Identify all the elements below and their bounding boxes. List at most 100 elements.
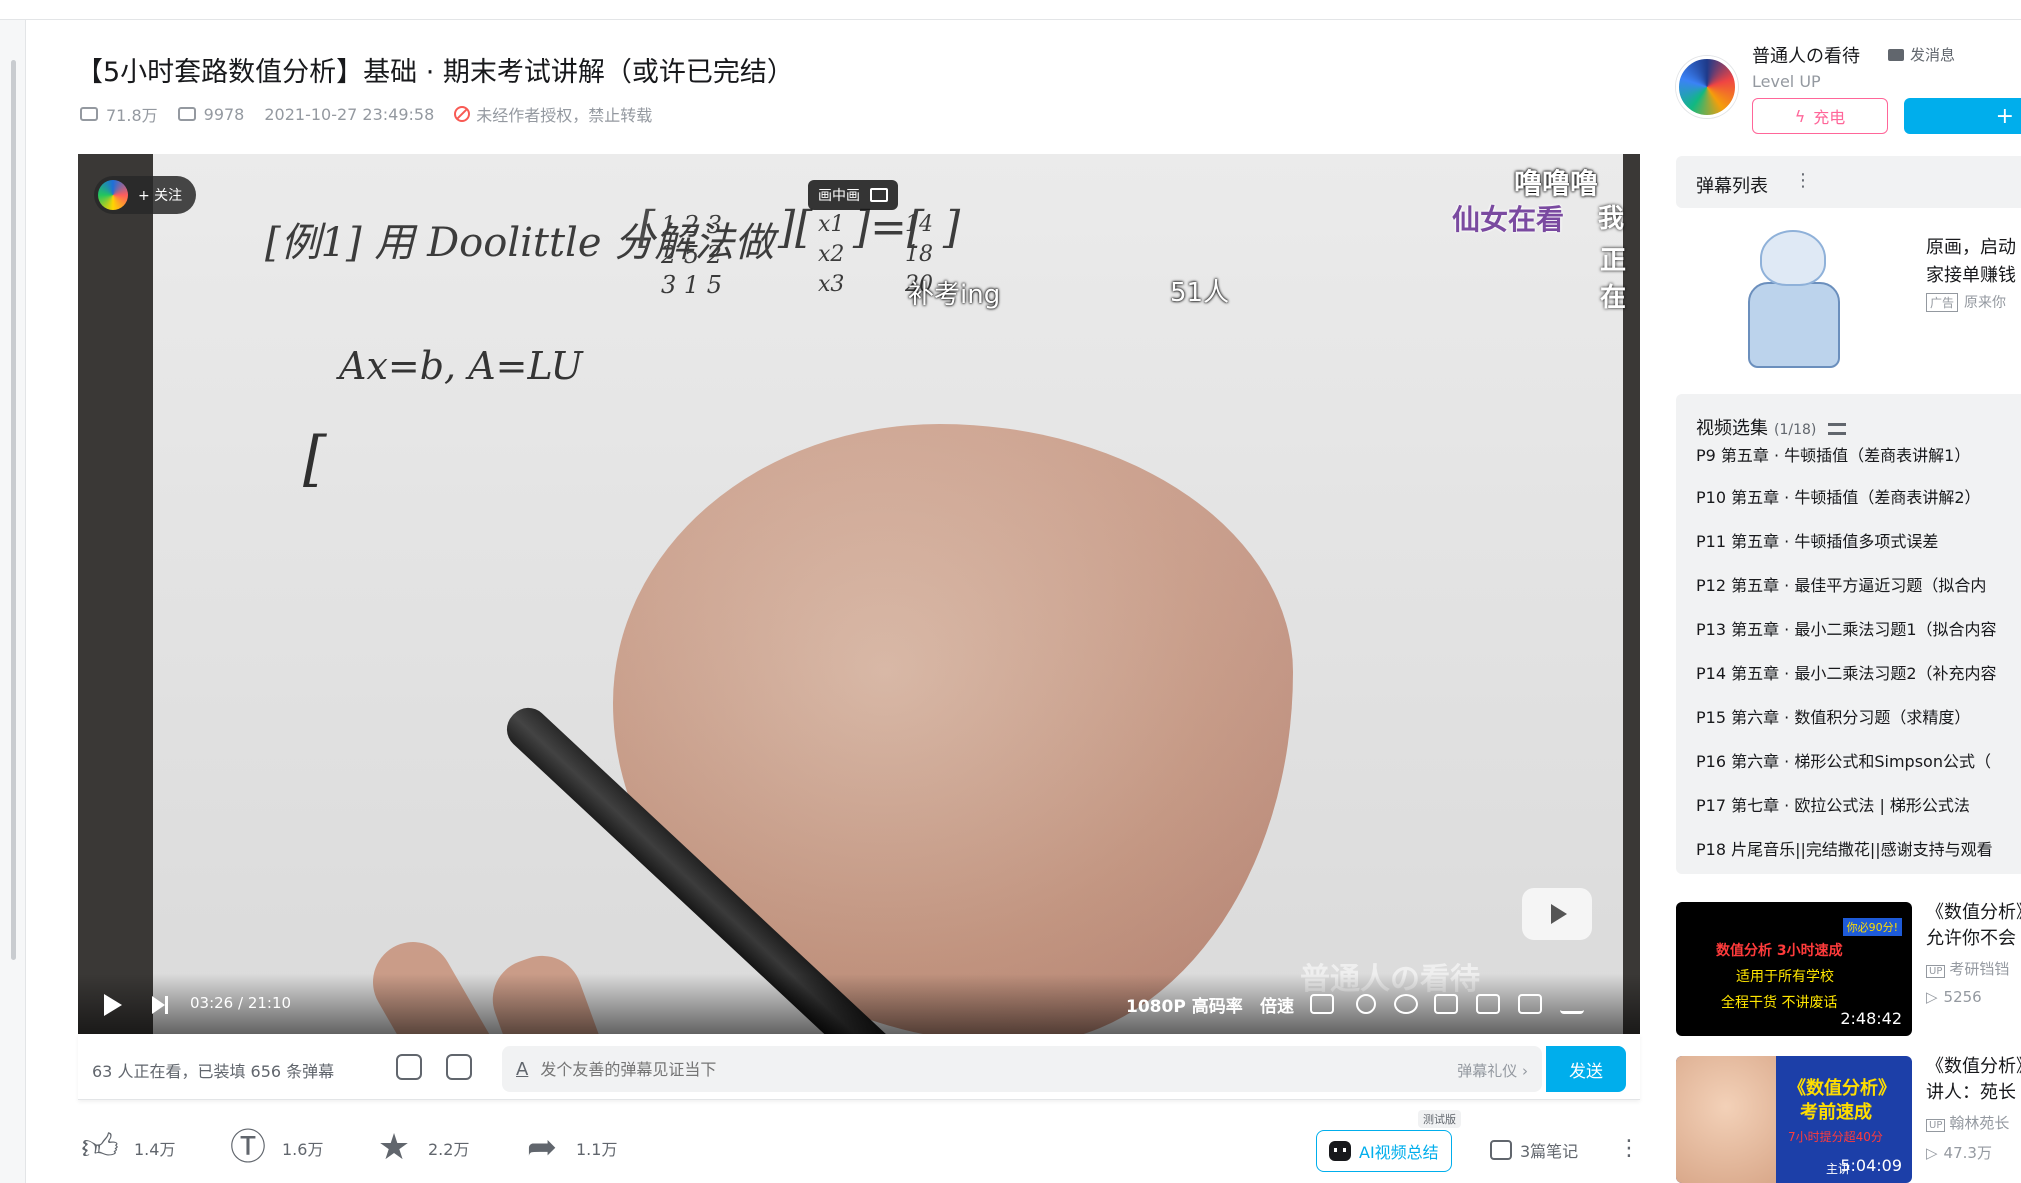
recommend-thumbnail[interactable]: 《数值分析》 考前速成 7小时提分超40分 主讲 5:04:09 xyxy=(1676,1056,1912,1183)
coin-button[interactable]: Ⓣ 1.6万 xyxy=(228,1130,323,1166)
list-icon[interactable] xyxy=(1828,423,1847,435)
favorite-button[interactable]: ★ 2.2万 xyxy=(374,1130,470,1166)
notes-button[interactable]: 3篇笔记 xyxy=(1490,1138,1578,1162)
up-icon: UP xyxy=(1926,965,1946,978)
uploader-avatar[interactable] xyxy=(1676,56,1738,118)
video-title: 【5小时套路数值分析】基础 · 期末考试讲解（或许已完结） xyxy=(76,57,794,88)
quality-button[interactable]: 1080P 高码率 xyxy=(1126,992,1243,1017)
action-bar: 👍︎ 1.4万 Ⓣ 1.6万 ★ 2.2万 ➦ 1.1万 测试版 AI视频总结 3篇笔记… xyxy=(78,1110,1640,1178)
like-button[interactable]: 👍︎ 1.4万 xyxy=(80,1130,175,1166)
robot-icon xyxy=(1329,1141,1351,1161)
ad-line: 家接单赚钱 xyxy=(1926,265,2016,286)
more-icon[interactable]: ⋮ xyxy=(1794,170,1812,191)
danmaku-etiquette-link[interactable]: 弹幕礼仪 › xyxy=(1457,1060,1528,1081)
danmaku-list-panel[interactable]: 弹幕列表 ⋮ xyxy=(1676,156,2021,208)
matrix-a: 1 2 3 2 5 2 3 1 5 xyxy=(661,210,722,300)
vector-entry: 18 xyxy=(905,242,933,267)
pip-button[interactable]: 画中画 xyxy=(808,180,898,210)
danmaku-toggle-icon[interactable] xyxy=(396,1054,422,1080)
danmaku-comment: 正在 xyxy=(1600,246,1627,313)
player-follow-button[interactable]: + 关注 xyxy=(94,176,197,214)
ad-line: 原画，启动 xyxy=(1926,237,2016,258)
recommend-views: ▷ 5256 xyxy=(1926,988,1982,1006)
copyright-notice: 未经作者授权，禁止转载 xyxy=(454,102,652,126)
send-danmaku-button[interactable]: 发送 xyxy=(1546,1046,1626,1092)
vector-entry: 14 xyxy=(905,212,933,237)
views: 71.8万 xyxy=(80,102,158,126)
matrix-row: 2 5 2 xyxy=(661,241,723,269)
settings-icon[interactable] xyxy=(1394,994,1418,1014)
danmaku-bar: 63 人正在看，已装填 656 条弹幕 A 弹幕礼仪 › 发送 xyxy=(78,1034,1640,1100)
pip-control-icon[interactable] xyxy=(1434,994,1458,1014)
next-icon[interactable] xyxy=(152,996,168,1014)
episode-list-header: 视频选集 (1/18) xyxy=(1696,414,1847,440)
lightning-icon: ϟ xyxy=(1794,106,1806,126)
ad-title[interactable]: 原画，启动家接单赚钱 xyxy=(1926,234,2016,290)
episode-item[interactable]: P14 第五章 · 最小二乘法习题2（补充内容 xyxy=(1696,660,1997,684)
ai-summary-button[interactable]: AI视频总结 xyxy=(1316,1130,1452,1172)
video-meta: 71.8万 9978 2021-10-27 23:49:58 未经作者授权，禁止… xyxy=(80,102,652,126)
episode-list: 视频选集 (1/18) P9 第五章 · 牛顿插值（差商表讲解1） P10 第五章… xyxy=(1676,394,2021,874)
danmaku-settings-icon[interactable] xyxy=(446,1054,472,1080)
danmaku-comment: 补考ing xyxy=(908,280,1001,310)
ad-image[interactable] xyxy=(1730,230,1860,372)
play-icon[interactable] xyxy=(104,994,122,1016)
recommend-thumbnail[interactable]: 你必90分! 数值分析 3小时速成 适用于所有学校 全程干货 不讲废话 2:48… xyxy=(1676,902,1912,1036)
share-count: 1.1万 xyxy=(576,1140,618,1159)
episode-item[interactable]: P13 第五章 · 最小二乘法习题1（拟合内容 xyxy=(1696,616,1997,640)
episode-item[interactable]: P18 片尾音乐||完结撒花||感谢支持与观看 xyxy=(1696,836,1993,860)
fullscreen-icon[interactable] xyxy=(1560,994,1584,1014)
danmaku-style-icon[interactable]: A xyxy=(516,1059,528,1080)
uploader-name[interactable]: 普通人の看待 xyxy=(1752,42,1860,68)
left-scrollbar[interactable] xyxy=(0,20,26,1183)
episode-item[interactable]: P15 第六章 · 数值积分习题（求精度） xyxy=(1696,704,1970,728)
ai-summary-label: AI视频总结 xyxy=(1359,1143,1439,1162)
vector-x: x1 x2 x3 xyxy=(818,210,844,300)
widescreen-icon[interactable] xyxy=(1476,994,1500,1014)
more-icon[interactable]: ⋮ xyxy=(1618,1136,1640,1161)
thumb-text: 数值分析 3小时速成 xyxy=(1716,943,1843,959)
charge-button[interactable]: ϟ 充电 xyxy=(1752,98,1888,134)
time-display: 03:26 / 21:10 xyxy=(190,994,292,1012)
ad-tag: 广告 原来你 xyxy=(1926,292,2006,312)
bracket-close: ] xyxy=(943,202,961,253)
video-player[interactable]: [例1] 用 Doolittle 分解法做 [ 1 2 3 2 5 2 3 1 … xyxy=(78,154,1640,1034)
thumb-up-icon: 👍︎ xyxy=(81,1127,119,1168)
danmaku-icon xyxy=(177,107,196,121)
follow-button[interactable]: + xyxy=(1904,98,2021,134)
volume-icon[interactable] xyxy=(1356,994,1376,1014)
notes-label: 3篇笔记 xyxy=(1520,1142,1579,1161)
episode-list-title: 视频选集 xyxy=(1696,418,1768,439)
views-value: 71.8万 xyxy=(106,106,158,125)
episode-item[interactable]: P12 第五章 · 最佳平方逼近习题（拟合内 xyxy=(1696,572,1986,596)
subtitle-icon[interactable] xyxy=(1310,994,1334,1014)
video-frame: [例1] 用 Doolittle 分解法做 [ 1 2 3 2 5 2 3 1 … xyxy=(153,154,1623,1034)
danmaku-input[interactable] xyxy=(540,1059,1361,1079)
thumb-text: 《数值分析》 xyxy=(1788,1078,1896,1099)
recommend-up[interactable]: UP 翰林苑长 xyxy=(1926,1112,2009,1133)
danmaku-input-box: A 弹幕礼仪 › xyxy=(502,1046,1542,1092)
recommend-views: ▷ 47.3万 xyxy=(1926,1142,1992,1163)
danmaku-comment: 仙女在看 xyxy=(1452,203,1565,236)
danmaku-comment: 51人 xyxy=(1170,278,1230,308)
matrix-row: 1 2 3 xyxy=(661,211,723,239)
episode-item[interactable]: P16 第六章 · 梯形公式和Simpson公式（ xyxy=(1696,748,1991,772)
play-icon: ▷ xyxy=(1926,1144,1938,1162)
episode-item[interactable]: P10 第五章 · 牛顿插值（差商表讲解2） xyxy=(1696,484,1981,508)
webfullscreen-icon[interactable] xyxy=(1518,994,1542,1014)
up-name: 考研铛铛 xyxy=(1949,960,2010,978)
recommend-title[interactable]: 《数值分析》允许你不会 xyxy=(1926,900,2021,952)
scrollbar-thumb[interactable] xyxy=(11,60,16,960)
episode-item[interactable]: P11 第五章 · 牛顿插值多项式误差 xyxy=(1696,528,1938,552)
message-button[interactable]: 发消息 xyxy=(1888,44,1955,65)
thumb-text: 考前速成 xyxy=(1800,1102,1872,1123)
danmaku-value: 9978 xyxy=(203,104,245,124)
recommend-title[interactable]: 《数值分析》讲人：苑长 xyxy=(1926,1054,2021,1106)
hand xyxy=(613,424,1293,1034)
episode-item[interactable]: P9 第五章 · 牛顿插值（差商表讲解1） xyxy=(1696,442,1970,466)
recommend-up[interactable]: UP 考研铛铛 xyxy=(1926,958,2009,979)
speed-button[interactable]: 倍速 xyxy=(1260,992,1294,1017)
share-button[interactable]: ➦ 1.1万 xyxy=(522,1130,618,1166)
episode-item[interactable]: P17 第七章 · 欧拉公式法 | 梯形公式法 xyxy=(1696,792,1970,816)
publish-date: 2021-10-27 23:49:58 xyxy=(264,104,435,124)
